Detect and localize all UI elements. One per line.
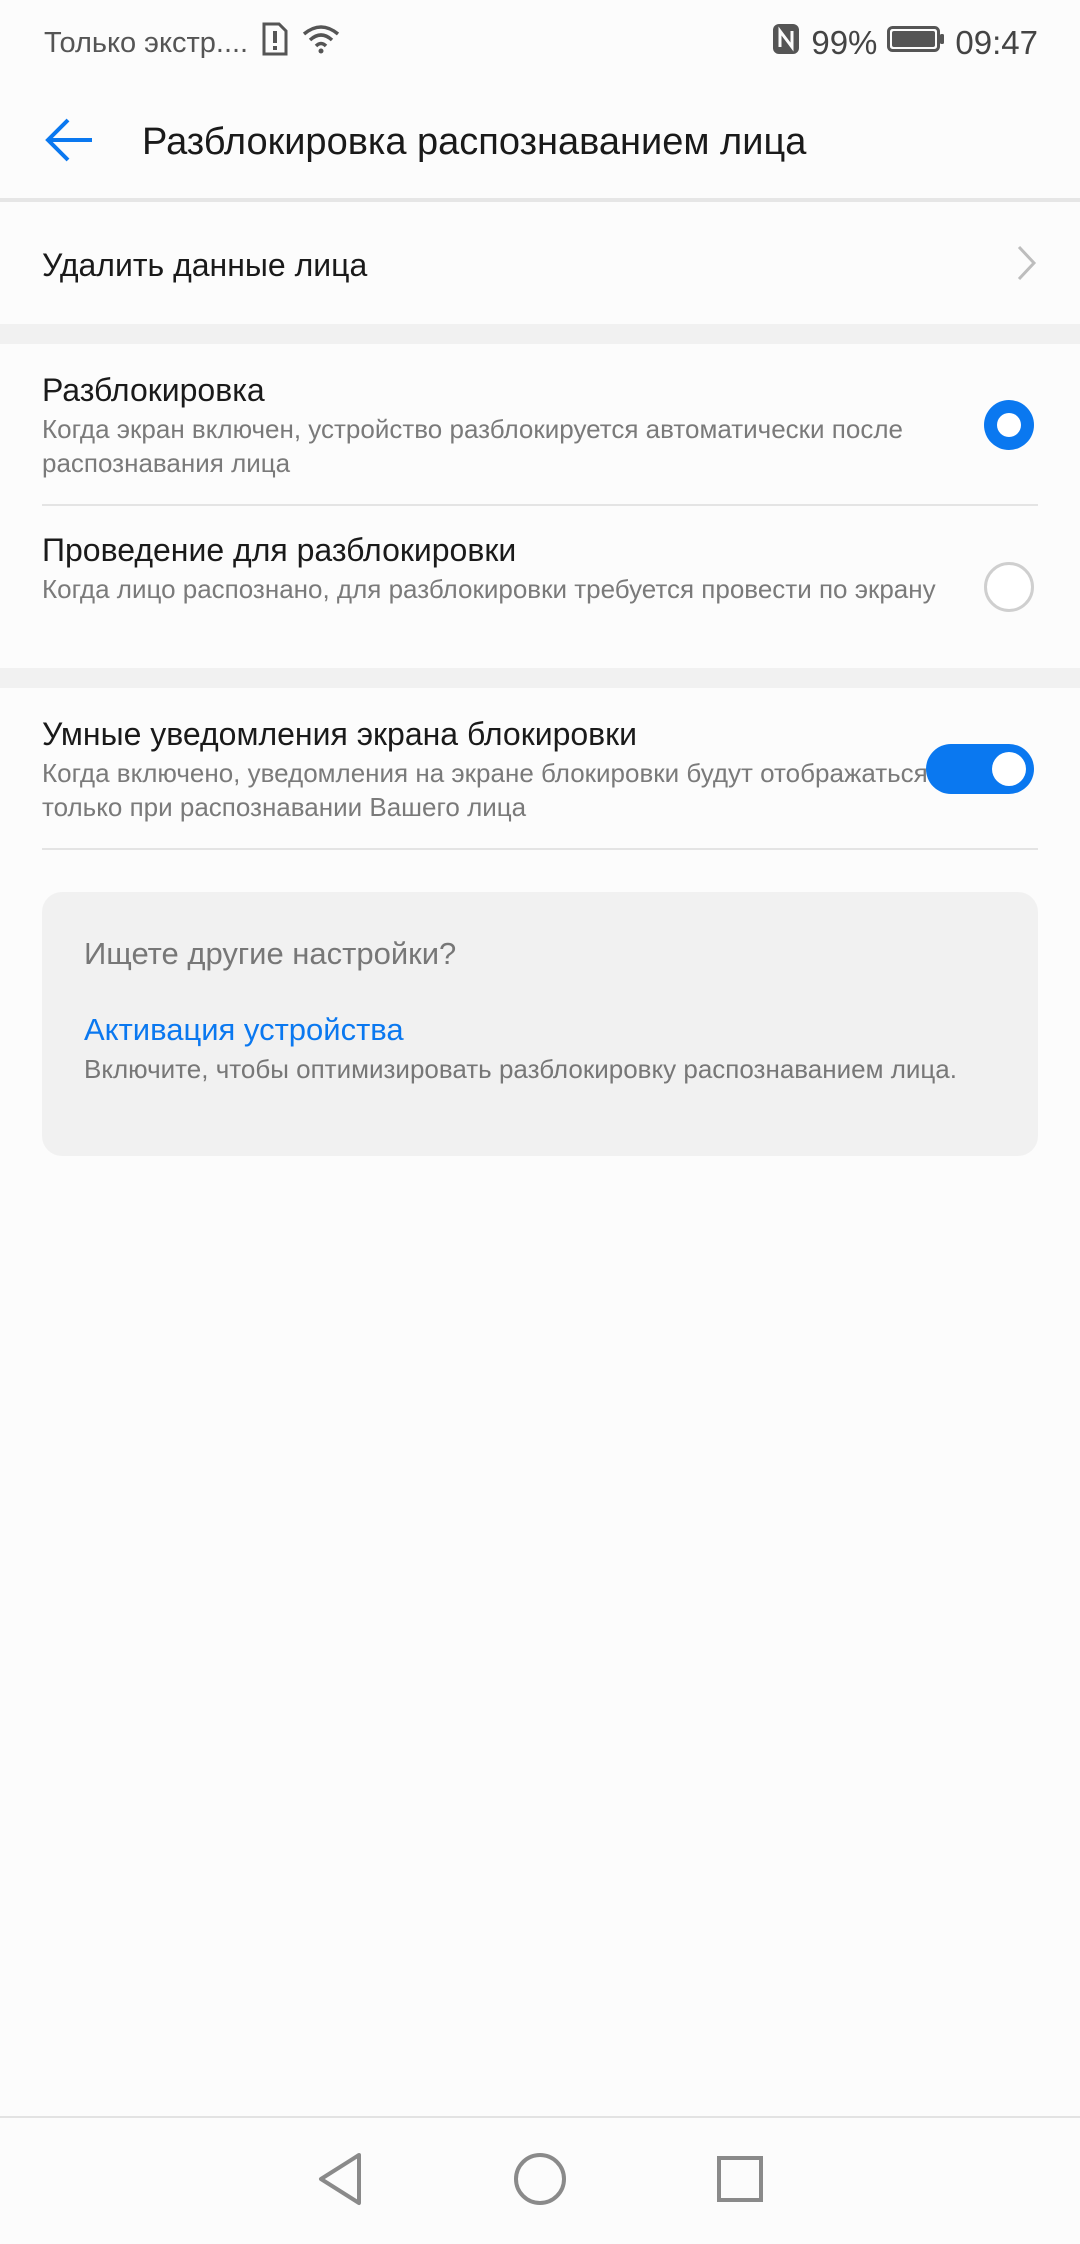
divider <box>42 848 1038 850</box>
suggestion-question: Ищете другие настройки? <box>84 936 457 971</box>
status-bar: Только экстр.... 99% 09:47 <box>0 0 1080 86</box>
navigation-bar <box>0 2116 1080 2244</box>
arrow-left-icon <box>44 116 96 169</box>
sim-alert-icon <box>262 22 288 64</box>
smart-notifications-row[interactable]: Умные уведомления экрана блокировки Когд… <box>0 688 1080 848</box>
option-unlock-radio[interactable] <box>984 400 1034 450</box>
carrier-name: Только экстр.... <box>44 26 249 59</box>
option-unlock-description: Когда экран включен, устройство разблоки… <box>42 414 903 478</box>
device-activation-description: Включите, чтобы оптимизировать разблокир… <box>84 1054 957 1084</box>
settings-screen: Только экстр.... 99% 09:47 Разблокировка… <box>0 0 1080 2244</box>
battery-percent: 99% <box>811 24 878 61</box>
option-swipe-unlock-title: Проведение для разблокировки <box>42 532 517 568</box>
nfc-icon <box>771 22 801 64</box>
back-triangle-icon <box>315 2151 365 2212</box>
nav-back-button[interactable] <box>305 2146 375 2216</box>
section-gap <box>0 668 1080 688</box>
smart-notifications-title: Умные уведомления экрана блокировки <box>42 716 638 752</box>
option-swipe-unlock-radio[interactable] <box>984 562 1034 612</box>
section-gap <box>0 324 1080 344</box>
page-title: Разблокировка распознаванием лица <box>142 120 807 163</box>
clock: 09:47 <box>955 24 1038 61</box>
status-bar-right: 99% 09:47 <box>771 22 1038 64</box>
option-unlock[interactable]: Разблокировка Когда экран включен, устро… <box>0 344 1080 506</box>
recents-square-icon <box>715 2154 765 2209</box>
status-bar-left: Только экстр.... <box>44 22 340 64</box>
nav-home-button[interactable] <box>505 2146 575 2216</box>
device-activation-link[interactable]: Активация устройства <box>84 1008 996 1052</box>
chevron-right-icon <box>1016 244 1038 287</box>
smart-notifications-description: Когда включено, уведомления на экране бл… <box>42 758 928 822</box>
back-button[interactable] <box>10 84 130 200</box>
delete-face-data-row[interactable]: Удалить данные лица <box>0 206 1080 324</box>
smart-notifications-toggle[interactable] <box>926 744 1034 794</box>
suggestion-card: Ищете другие настройки? Активация устрой… <box>42 892 1038 1156</box>
battery-icon <box>887 24 945 62</box>
delete-face-data-label: Удалить данные лица <box>42 246 368 283</box>
wifi-icon <box>302 24 340 62</box>
nav-recents-button[interactable] <box>705 2146 775 2216</box>
option-swipe-unlock[interactable]: Проведение для разблокировки Когда лицо … <box>0 506 1080 668</box>
home-circle-icon <box>512 2151 568 2212</box>
option-swipe-unlock-description: Когда лицо распознано, для разблокировки… <box>42 574 936 604</box>
app-bar: Разблокировка распознаванием лица <box>0 86 1080 202</box>
option-unlock-title: Разблокировка <box>42 372 265 408</box>
